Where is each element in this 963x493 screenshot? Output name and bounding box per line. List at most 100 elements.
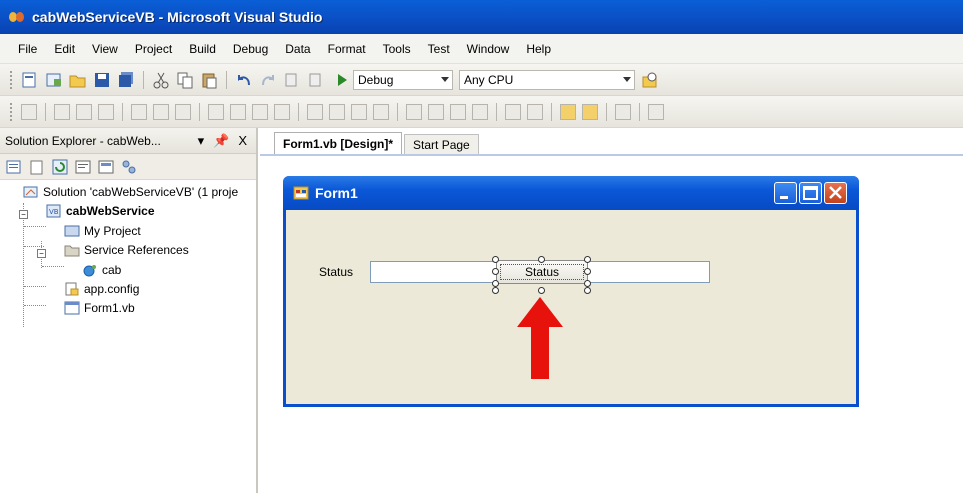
resize-handle[interactable] xyxy=(584,280,591,287)
save-all-icon[interactable] xyxy=(117,71,135,89)
paste-icon[interactable] xyxy=(200,71,218,89)
redo-icon[interactable] xyxy=(259,71,277,89)
bring-to-front-icon[interactable] xyxy=(560,103,576,120)
form1-designer[interactable]: Form1 Status Status xyxy=(283,176,859,407)
toolbar-grip[interactable] xyxy=(10,102,14,121)
toolbar-separator xyxy=(397,102,398,121)
undo-icon[interactable] xyxy=(235,71,253,89)
minimize-button[interactable] xyxy=(774,182,797,204)
tab-order-icon[interactable] xyxy=(615,103,631,120)
align-bottoms-icon[interactable] xyxy=(175,103,191,120)
vertical-spacing-remove-icon[interactable] xyxy=(472,103,488,120)
resize-handle[interactable] xyxy=(584,268,591,275)
resize-handle[interactable] xyxy=(492,287,499,294)
align-centers-icon[interactable] xyxy=(76,103,92,120)
menu-build[interactable]: Build xyxy=(189,42,216,56)
collapse-toggle[interactable]: − xyxy=(19,210,28,219)
menu-test[interactable]: Test xyxy=(428,42,450,56)
close-button[interactable] xyxy=(824,182,847,204)
view-designer-icon[interactable] xyxy=(98,159,114,175)
menu-view[interactable]: View xyxy=(92,42,118,56)
resize-handle[interactable] xyxy=(538,287,545,294)
tab-start-page[interactable]: Start Page xyxy=(404,134,479,154)
open-folder-icon[interactable] xyxy=(69,71,87,89)
tree-item-app-config[interactable]: app.config xyxy=(64,282,139,296)
resize-handle[interactable] xyxy=(584,287,591,294)
toolbar-options-icon[interactable] xyxy=(648,103,664,120)
menu-project[interactable]: Project xyxy=(135,42,172,56)
tree-item-solution[interactable]: Solution 'cabWebServiceVB' (1 proje xyxy=(23,185,238,199)
new-project-icon[interactable] xyxy=(21,71,39,89)
menu-help[interactable]: Help xyxy=(526,42,551,56)
status-button[interactable]: Status xyxy=(496,260,588,284)
resize-handle[interactable] xyxy=(584,256,591,263)
tree-item-my-project[interactable]: My Project xyxy=(64,224,141,238)
horizontal-spacing-increase-icon[interactable] xyxy=(329,103,345,120)
tree-item-project[interactable]: VB cabWebService xyxy=(46,204,155,218)
resize-handle[interactable] xyxy=(492,256,499,263)
make-same-width-icon[interactable] xyxy=(208,103,224,120)
tree-item-form1[interactable]: Form1.vb xyxy=(64,301,135,315)
tree-item-cab[interactable]: cab xyxy=(82,263,121,277)
properties-icon[interactable] xyxy=(6,159,22,175)
form1-client-area[interactable]: Status Status xyxy=(286,210,856,404)
vertical-spacing-increase-icon[interactable] xyxy=(428,103,444,120)
menu-format[interactable]: Format xyxy=(328,42,366,56)
tab-form1-design[interactable]: Form1.vb [Design]* xyxy=(274,132,403,154)
window-titlebar[interactable]: cabWebServiceVB - Microsoft Visual Studi… xyxy=(0,0,963,34)
resize-handle[interactable] xyxy=(492,280,499,287)
tree-line xyxy=(24,286,46,287)
align-lefts-icon[interactable] xyxy=(54,103,70,120)
send-to-back-icon[interactable] xyxy=(582,103,598,120)
refresh-icon[interactable] xyxy=(52,159,68,175)
make-same-size-icon[interactable] xyxy=(252,103,268,120)
view-code-icon[interactable] xyxy=(75,159,91,175)
align-rights-icon[interactable] xyxy=(98,103,114,120)
horizontal-spacing-decrease-icon[interactable] xyxy=(351,103,367,120)
find-in-files-icon[interactable] xyxy=(641,71,659,89)
solution-configuration-select[interactable]: Debug xyxy=(353,69,453,90)
collapse-toggle[interactable]: − xyxy=(37,249,46,258)
form1-titlebar[interactable]: Form1 xyxy=(283,176,859,210)
close-panel-button[interactable]: X xyxy=(238,133,247,148)
vertical-spacing-decrease-icon[interactable] xyxy=(450,103,466,120)
vertical-spacing-equal-icon[interactable] xyxy=(406,103,422,120)
horizontal-spacing-equal-icon[interactable] xyxy=(307,103,323,120)
toolbar-grip[interactable] xyxy=(10,70,14,89)
tree-item-service-references[interactable]: Service References xyxy=(64,243,189,257)
align-middles-icon[interactable] xyxy=(153,103,169,120)
save-icon[interactable] xyxy=(93,71,111,89)
maximize-button[interactable] xyxy=(799,182,822,204)
tree-item-label: cab xyxy=(102,263,122,277)
solution-platform-select[interactable]: Any CPU xyxy=(459,69,635,90)
show-all-files-icon[interactable] xyxy=(29,159,45,175)
size-to-grid-icon[interactable] xyxy=(274,103,290,120)
center-horizontally-icon[interactable] xyxy=(505,103,521,120)
visual-studio-icon xyxy=(8,9,28,25)
center-vertically-icon[interactable] xyxy=(527,103,543,120)
add-item-icon[interactable] xyxy=(45,71,63,89)
window-title: cabWebServiceVB - Microsoft Visual Studi… xyxy=(32,9,323,25)
menu-bar: File Edit View Project Build Debug Data … xyxy=(0,34,963,64)
copy-icon[interactable] xyxy=(176,71,194,89)
class-diagram-icon[interactable] xyxy=(121,159,137,175)
menu-tools[interactable]: Tools xyxy=(383,42,411,56)
navigate-forward-icon[interactable] xyxy=(307,71,325,89)
menu-data[interactable]: Data xyxy=(285,42,310,56)
menu-window[interactable]: Window xyxy=(467,42,510,56)
cut-icon[interactable] xyxy=(152,71,170,89)
toolbar-separator xyxy=(226,70,227,89)
resize-handle[interactable] xyxy=(538,256,545,263)
start-debugging-icon[interactable] xyxy=(338,73,347,86)
menu-file[interactable]: File xyxy=(18,42,37,56)
align-to-grid-icon[interactable] xyxy=(21,103,37,120)
menu-debug[interactable]: Debug xyxy=(233,42,268,56)
align-tops-icon[interactable] xyxy=(131,103,147,120)
make-same-height-icon[interactable] xyxy=(230,103,246,120)
horizontal-spacing-remove-icon[interactable] xyxy=(373,103,389,120)
navigate-backward-icon[interactable] xyxy=(283,71,301,89)
menu-edit[interactable]: Edit xyxy=(54,42,75,56)
auto-hide-pin-icon[interactable]: 📌 xyxy=(213,133,229,149)
window-position-chevron-down-icon[interactable]: ▾ xyxy=(198,133,205,149)
resize-handle[interactable] xyxy=(492,268,499,275)
